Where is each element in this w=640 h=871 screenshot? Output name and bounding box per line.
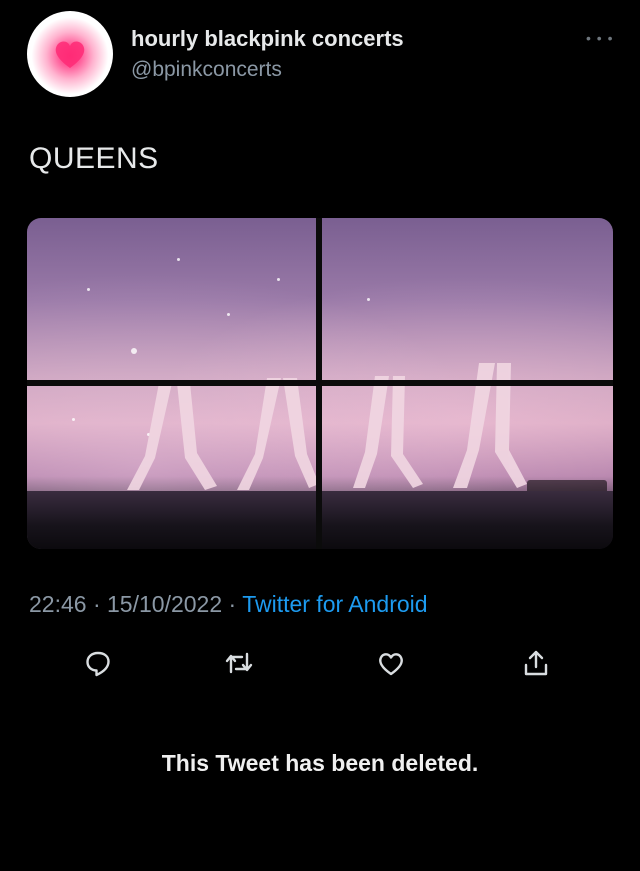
share-icon <box>524 650 548 676</box>
avatar[interactable] <box>27 11 113 97</box>
reply-button[interactable] <box>81 646 115 680</box>
display-name[interactable]: hourly blackpink concerts <box>131 26 404 52</box>
heart-icon <box>379 653 403 676</box>
reply-icon <box>86 651 110 677</box>
retweet-button[interactable] <box>222 646 256 680</box>
separator: · <box>92 591 101 617</box>
ellipsis-icon[interactable]: • • • <box>586 30 613 46</box>
user-handle[interactable]: @bpinkconcerts <box>131 58 282 82</box>
tweet-meta: 22:46 · 15/10/2022 · Twitter for Android <box>29 591 428 618</box>
media-divider-horizontal <box>27 380 613 386</box>
tweet-source-link[interactable]: Twitter for Android <box>242 591 427 617</box>
action-bar <box>0 646 640 682</box>
tweet-date: 15/10/2022 <box>107 591 223 617</box>
retweet-icon <box>225 652 253 674</box>
heart-avatar-icon <box>55 41 85 68</box>
separator: · <box>228 591 237 617</box>
share-button[interactable] <box>519 646 553 680</box>
tweet-text: QUEENS <box>29 142 159 175</box>
tweet-media[interactable] <box>27 218 613 549</box>
deleted-notice: This Tweet has been deleted. <box>161 750 479 776</box>
tweet-time: 22:46 <box>29 591 87 617</box>
like-button[interactable] <box>374 646 408 680</box>
